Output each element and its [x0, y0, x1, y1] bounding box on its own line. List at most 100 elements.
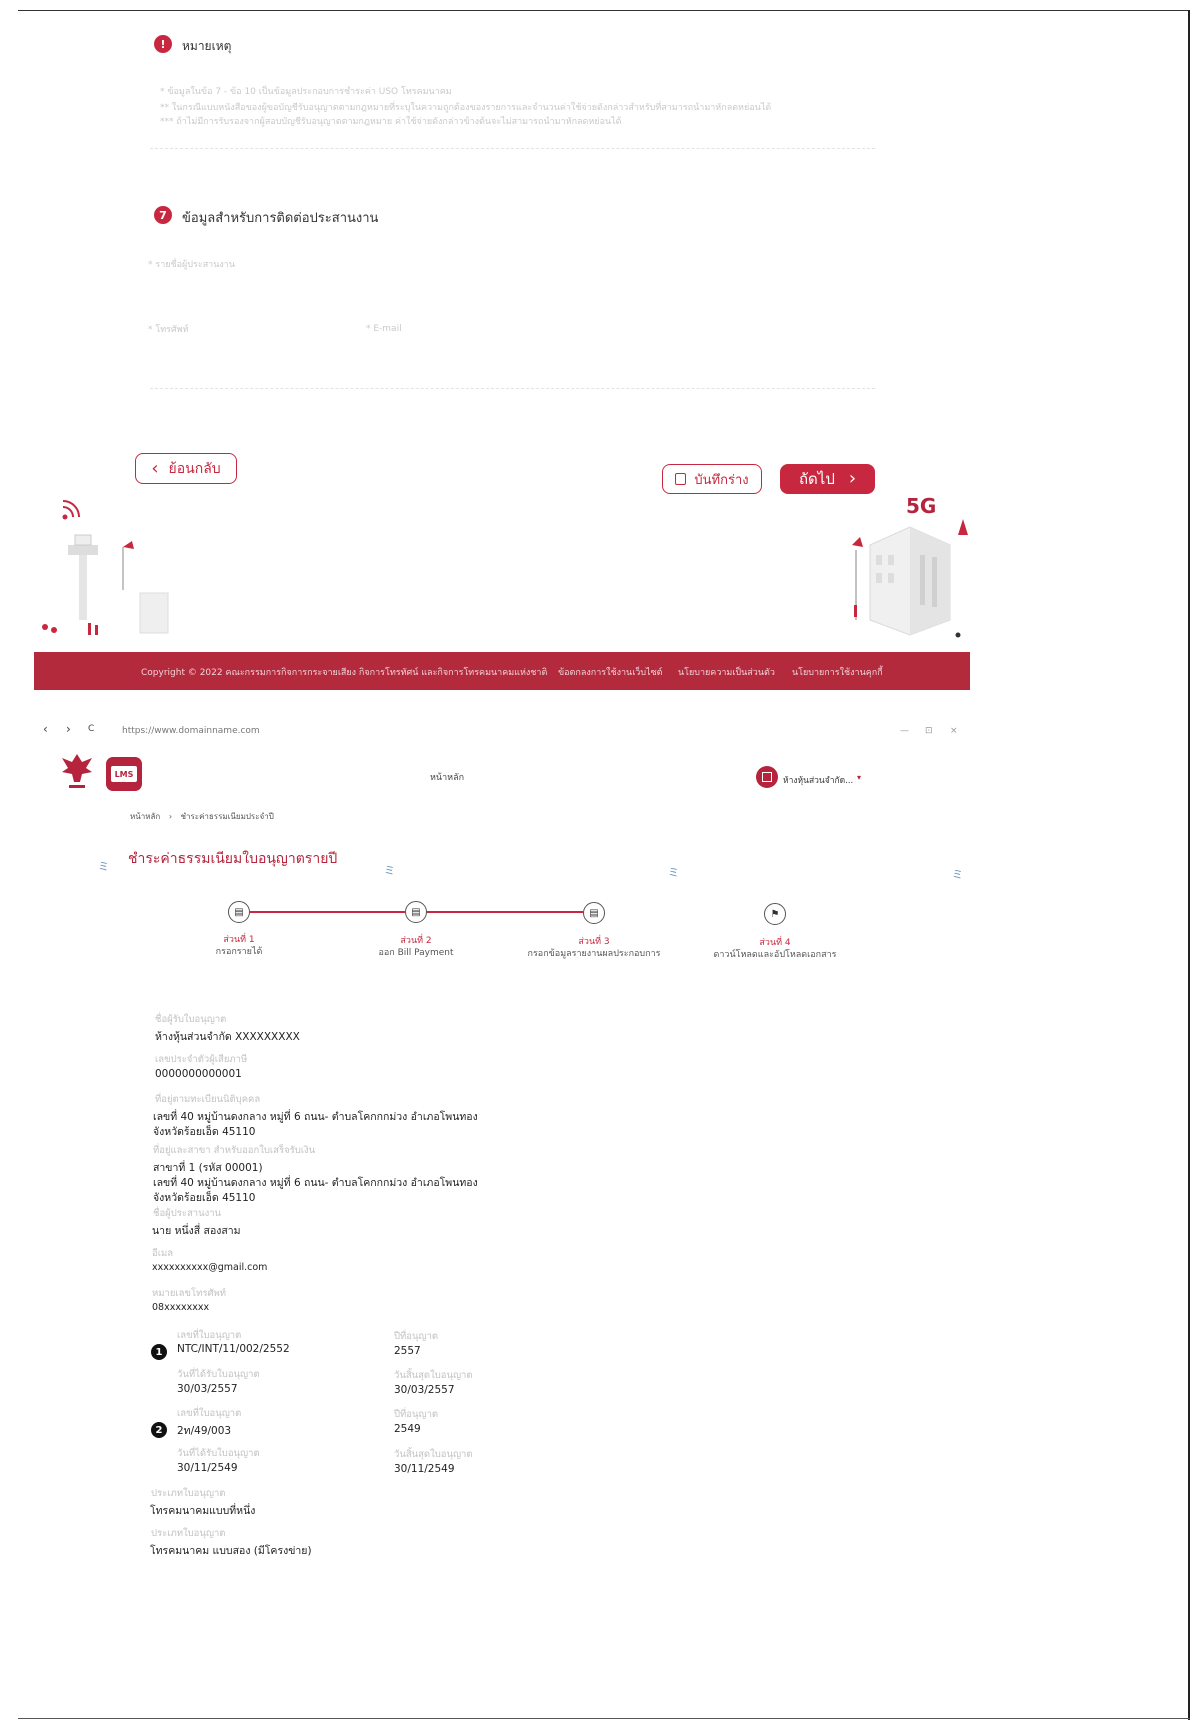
divider — [150, 388, 875, 389]
decor-sparkle-icon: ミ — [384, 864, 395, 877]
license-issue-value: 30/03/2557 — [177, 1383, 238, 1395]
license-expire-value: 30/11/2549 — [394, 1463, 455, 1475]
note-line: * ข้อมูลในข้อ 7 - ข้อ 10 เป็นข้อมูลประกอ… — [160, 87, 452, 97]
back-button-label: ย้อนกลับ — [168, 460, 221, 477]
address-label: ที่อยู่ตามทะเบียนนิติบุคคล — [155, 1094, 261, 1105]
step-3-document-icon: ▤ — [583, 902, 605, 924]
breadcrumb-home[interactable]: หน้าหลัก — [130, 812, 160, 821]
license-2-badge: 2 — [151, 1422, 167, 1438]
account-name[interactable]: ห้างหุ้นส่วนจำกัด... — [783, 773, 853, 787]
licensee-value: ห้างหุ้นส่วนจำกัด XXXXXXXXX — [155, 1031, 300, 1043]
address-bar[interactable]: https://www.domainname.com — [122, 726, 260, 736]
save-icon — [675, 473, 687, 485]
breadcrumb-separator-icon: › — [168, 812, 173, 821]
step-3-desc: กรอกข้อมูลรายงานผลประกอบการ — [527, 949, 661, 959]
decor-sparkle-icon: ミ — [668, 866, 679, 879]
license-expire-label: วันสิ้นสุดใบอนุญาต — [394, 1370, 473, 1381]
step-2-document-icon: ▤ — [405, 901, 427, 923]
license-type-label: ประเภทใบอนุญาต — [151, 1528, 226, 1539]
note-line: ** ในกรณีแบบหนังสือของผู้ขอบัญชีรับอนุญา… — [160, 103, 772, 113]
save-draft-label: บันทึกร่าง — [694, 472, 749, 488]
divider — [150, 148, 875, 149]
minimize-button[interactable]: — — [900, 726, 909, 736]
scanned-page: ! หมายเหตุ * ข้อมูลในข้อ 7 - ข้อ 10 เป็น… — [0, 0, 1204, 1727]
branch-line2: จังหวัดร้อยเอ็ด 45110 — [153, 1192, 256, 1204]
notes-badge-icon: ! — [154, 35, 172, 53]
garuda-emblem-icon — [62, 754, 92, 788]
step-4-flag-icon: ⚑ — [764, 903, 786, 925]
reload-icon[interactable]: C — [88, 724, 94, 734]
building-avatar-icon — [756, 766, 778, 788]
phone-label: หมายเลขโทรศัพท์ — [152, 1288, 227, 1299]
contact-badge-icon: 7 — [154, 206, 172, 224]
lms-logo[interactable]: LMS — [106, 757, 142, 791]
license-issue-label: วันที่ได้รับใบอนุญาต — [177, 1369, 260, 1380]
page-border-bottom — [18, 1718, 1190, 1719]
site-footer: Copyright © 2022 คณะกรรมการกิจการกระจายเ… — [34, 652, 970, 690]
browser-forward-button[interactable]: › — [66, 722, 71, 736]
footer-copyright: Copyright © 2022 คณะกรรมการกิจการกระจายเ… — [141, 668, 548, 678]
breadcrumb-current: ชำระค่าธรรมเนียมประจำปี — [180, 812, 274, 821]
license-no-value: 2ท/49/003 — [177, 1425, 232, 1437]
step-1-desc: กรอกรายได้ — [215, 947, 263, 957]
taxid-label: เลขประจำตัวผู้เสียภาษี — [155, 1054, 248, 1065]
license-type-value: โทรคมนาคมแบบที่หนึ่ง — [150, 1505, 256, 1517]
page-title: ชำระค่าธรรมเนียมใบอนุญาตรายปี — [128, 851, 338, 867]
step-4-desc: ดาวน์โหลดและอัปโหลดเอกสาร — [713, 950, 837, 960]
address-line2: จังหวัดร้อยเอ็ด 45110 — [153, 1126, 256, 1138]
lms-logo-text: LMS — [111, 766, 137, 782]
notes-title: หมายเหตุ — [182, 39, 232, 53]
license-issue-value: 30/11/2549 — [177, 1462, 238, 1474]
license-year-value: 2549 — [394, 1423, 421, 1435]
taxid-value: 0000000000001 — [155, 1068, 242, 1080]
license-year-label: ปีที่อนุญาต — [394, 1409, 439, 1420]
phone-label: * โทรศัพท์ — [148, 325, 189, 335]
nav-home[interactable]: หน้าหลัก — [430, 770, 464, 784]
page-border-right — [1188, 10, 1190, 1720]
phone-value: 08xxxxxxxx — [152, 1302, 210, 1313]
license-year-label: ปีที่อนุญาต — [394, 1331, 439, 1342]
license-no-label: เลขที่ใบอนุญาต — [177, 1408, 242, 1419]
email-value: xxxxxxxxxx@gmail.com — [152, 1262, 268, 1273]
license-expire-label: วันสิ้นสุดใบอนุญาต — [394, 1449, 473, 1460]
browser-back-button[interactable]: ‹ — [43, 722, 48, 736]
close-button[interactable]: × — [950, 726, 958, 736]
license-type-label: ประเภทใบอนุญาต — [151, 1488, 226, 1499]
footer-link-privacy[interactable]: นโยบายความเป็นส่วนตัว — [678, 665, 775, 679]
chevron-left-icon: ‹ — [151, 457, 159, 479]
step-connector — [426, 911, 583, 913]
phone-input[interactable] — [148, 336, 348, 356]
license-no-label: เลขที่ใบอนุญาต — [177, 1330, 242, 1341]
save-draft-button[interactable]: บันทึกร่าง — [662, 464, 762, 494]
decor-sparkle-icon: ミ — [98, 860, 109, 873]
note-line: *** ถ้าไม่มีการรับรองจากผู้สอบบัญชีรับอน… — [160, 117, 622, 127]
license-issue-label: วันที่ได้รับใบอนุญาต — [177, 1448, 260, 1459]
maximize-button[interactable]: ⊡ — [925, 726, 933, 736]
account-caret-icon[interactable]: ▾ — [857, 773, 861, 782]
step-connector — [250, 911, 405, 913]
email-label: * E-mail — [366, 324, 402, 334]
coordinator-value: นาย หนึ่งสี่ สองสาม — [152, 1225, 241, 1237]
license-1-badge: 1 — [151, 1344, 167, 1360]
footer-link-cookie[interactable]: นโยบายการใช้งานคุกกี้ — [792, 665, 883, 679]
licensee-label: ชื่อผู้รับใบอนุญาต — [155, 1014, 227, 1025]
license-no-value: NTC/INT/11/002/2552 — [177, 1343, 290, 1355]
next-button-label: ถัดไป — [798, 470, 835, 488]
decor-sparkle-icon: ミ — [952, 868, 963, 881]
license-year-value: 2557 — [394, 1345, 421, 1357]
coordinator-name-label: * รายชื่อผู้ประสานงาน — [148, 260, 235, 270]
contact-title: ข้อมูลสำหรับการติดต่อประสานงาน — [182, 211, 379, 226]
email-label: อีเมล — [152, 1248, 174, 1259]
coordinator-name-input[interactable] — [148, 272, 868, 292]
back-button[interactable]: ‹ ย้อนกลับ — [135, 453, 237, 484]
license-expire-value: 30/03/2557 — [394, 1384, 455, 1396]
license-type-value: โทรคมนาคม แบบสอง (มีโครงข่าย) — [150, 1545, 312, 1557]
step-2-desc: ออก Bill Payment — [378, 948, 454, 958]
email-input[interactable] — [366, 338, 666, 358]
breadcrumb: หน้าหลัก › ชำระค่าธรรมเนียมประจำปี — [130, 810, 274, 823]
branch-label: ที่อยู่และสาขา สำหรับออกใบเสร็จรับเงิน — [153, 1145, 316, 1156]
footer-link-terms[interactable]: ข้อตกลงการใช้งานเว็บไซต์ — [558, 665, 663, 679]
tower-illustration — [42, 500, 169, 635]
5g-label: 5G — [906, 494, 936, 518]
step-1-document-icon: ▤ — [228, 901, 250, 923]
